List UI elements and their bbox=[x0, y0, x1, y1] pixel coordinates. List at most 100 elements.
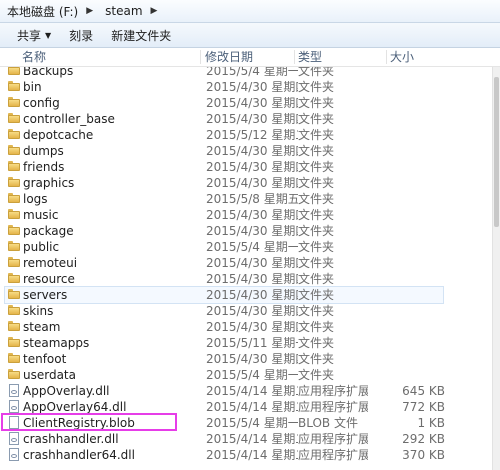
modified-date: 2015/4/30 星期四 ... bbox=[206, 144, 298, 158]
share-label: 共享 bbox=[17, 28, 42, 43]
modified-date: 2015/5/8 星期五 ... bbox=[206, 192, 298, 206]
burn-button[interactable]: 刻录 bbox=[60, 24, 102, 46]
file-type: 应用程序扩展 bbox=[298, 384, 368, 398]
file-type: 文件夹 bbox=[298, 240, 335, 254]
file-type: 文件夹 bbox=[298, 80, 335, 94]
file-type: 文件夹 bbox=[298, 352, 335, 366]
vertical-scrollbar[interactable] bbox=[492, 67, 500, 470]
modified-date: 2015/4/30 星期四 ... bbox=[206, 272, 298, 286]
file-type: 文件夹 bbox=[298, 176, 335, 190]
file-name: bin bbox=[23, 80, 42, 94]
modified-date: 2015/5/4 星期一 ... bbox=[206, 368, 298, 382]
modified-date: 2015/5/4 星期一 ... bbox=[206, 240, 298, 254]
folder-icon bbox=[8, 193, 20, 203]
folder-icon bbox=[8, 209, 20, 219]
folder-icon bbox=[8, 177, 20, 187]
share-button[interactable]: 共享 ▼ bbox=[8, 24, 60, 46]
annotation-highlight-box bbox=[1, 413, 177, 431]
new-folder-button[interactable]: 新建文件夹 bbox=[102, 24, 180, 46]
file-name: steam bbox=[23, 320, 61, 334]
breadcrumb-chevron-icon[interactable]: ▶ bbox=[151, 6, 158, 16]
modified-date: 2015/4/30 星期四 ... bbox=[206, 288, 298, 302]
modified-date: 2015/4/30 星期四 ... bbox=[206, 304, 298, 318]
folder-icon bbox=[8, 289, 20, 299]
file-name: userdata bbox=[23, 368, 76, 382]
file-name: resource bbox=[23, 272, 75, 286]
modified-date: 2015/5/4 星期一 ... bbox=[206, 416, 298, 430]
modified-date: 2015/4/30 星期四 ... bbox=[206, 160, 298, 174]
file-type: 文件夹 bbox=[298, 112, 335, 126]
modified-date: 2015/4/30 星期四 ... bbox=[206, 320, 298, 334]
breadcrumb-root[interactable]: 本地磁盘 (F:) bbox=[4, 1, 81, 21]
column-header-type[interactable]: 类型 bbox=[298, 48, 322, 66]
modified-date: 2015/4/30 星期四 ... bbox=[206, 176, 298, 190]
dropdown-arrow-icon: ▼ bbox=[45, 30, 52, 40]
column-header-name[interactable]: 名称 bbox=[22, 48, 46, 66]
file-type: 文件夹 bbox=[298, 144, 335, 158]
file-type: BLOB 文件 bbox=[298, 416, 358, 430]
breadcrumb-root-label: 本地磁盘 (F:) bbox=[7, 4, 79, 19]
file-type: 文件夹 bbox=[298, 320, 335, 334]
folder-icon bbox=[8, 337, 20, 347]
file-name: tenfoot bbox=[23, 352, 67, 366]
modified-date: 2015/4/14 星期二 ... bbox=[206, 384, 298, 398]
file-name: public bbox=[23, 240, 60, 254]
file-type: 文件夹 bbox=[298, 96, 335, 110]
modified-date: 2015/4/30 星期四 ... bbox=[206, 208, 298, 222]
file-size: 1 KB bbox=[417, 416, 445, 430]
file-name: skins bbox=[23, 304, 54, 318]
file-size: 645 KB bbox=[402, 384, 445, 398]
file-name: friends bbox=[23, 160, 65, 174]
folder-icon bbox=[8, 145, 20, 155]
folder-icon bbox=[8, 257, 20, 267]
dll-file-icon bbox=[9, 432, 19, 445]
file-name: depotcache bbox=[23, 128, 94, 142]
file-type: 文件夹 bbox=[298, 224, 335, 238]
file-name: controller_base bbox=[23, 112, 115, 126]
column-header-date[interactable]: 修改日期 bbox=[205, 48, 253, 66]
file-name: package bbox=[23, 224, 74, 238]
modified-date: 2015/4/30 星期四 ... bbox=[206, 256, 298, 270]
file-name: dumps bbox=[23, 144, 64, 158]
modified-date: 2015/5/12 星期二 ... bbox=[206, 128, 298, 142]
file-type: 文件夹 bbox=[298, 272, 335, 286]
column-headers: 名称 修改日期 类型 大小 bbox=[0, 48, 500, 67]
file-type: 文件夹 bbox=[298, 288, 335, 302]
file-type: 文件夹 bbox=[298, 192, 335, 206]
file-name: remoteui bbox=[23, 256, 78, 270]
column-header-size[interactable]: 大小 bbox=[390, 48, 414, 66]
file-name: servers bbox=[23, 288, 68, 302]
column-divider[interactable] bbox=[200, 50, 201, 64]
modified-date: 2015/4/14 星期二 ... bbox=[206, 448, 298, 462]
breadcrumb-folder[interactable]: steam bbox=[102, 1, 145, 21]
scrollbar-thumb[interactable] bbox=[494, 77, 499, 227]
file-name: crashhandler.dll bbox=[23, 432, 119, 446]
column-divider[interactable] bbox=[386, 50, 387, 64]
file-name: music bbox=[23, 208, 59, 222]
file-type: 文件夹 bbox=[298, 304, 335, 318]
dll-file-icon bbox=[9, 384, 19, 397]
folder-icon bbox=[8, 305, 20, 315]
file-type: 文件夹 bbox=[298, 160, 335, 174]
command-bar: 共享 ▼ 刻录 新建文件夹 bbox=[0, 23, 500, 48]
breadcrumb-chevron-icon[interactable]: ▶ bbox=[86, 6, 93, 16]
folder-icon bbox=[8, 225, 20, 235]
dll-file-icon bbox=[9, 448, 19, 461]
address-bar[interactable]: 本地磁盘 (F:) ▶ steam ▶ bbox=[0, 0, 500, 23]
modified-date: 2015/4/30 星期四 ... bbox=[206, 80, 298, 94]
file-type: 应用程序扩展 bbox=[298, 448, 368, 462]
new-folder-label: 新建文件夹 bbox=[111, 28, 172, 43]
folder-icon bbox=[8, 113, 20, 123]
modified-date: 2015/4/30 星期四 ... bbox=[206, 352, 298, 366]
modified-date: 2015/4/30 星期四 ... bbox=[206, 96, 298, 110]
folder-icon bbox=[8, 81, 20, 91]
file-name: config bbox=[23, 96, 60, 110]
file-row[interactable]: crashhandler64.dll 2015/4/14 星期二 ...应用程序扩… bbox=[4, 446, 445, 464]
dll-file-icon bbox=[9, 400, 19, 413]
column-divider[interactable] bbox=[294, 50, 295, 64]
file-name: crashhandler64.dll bbox=[23, 448, 135, 462]
folder-icon bbox=[8, 67, 20, 75]
modified-date: 2015/5/11 星期一 ... bbox=[206, 336, 298, 350]
modified-date: 2015/4/30 星期四 ... bbox=[206, 112, 298, 126]
burn-label: 刻录 bbox=[69, 28, 94, 43]
